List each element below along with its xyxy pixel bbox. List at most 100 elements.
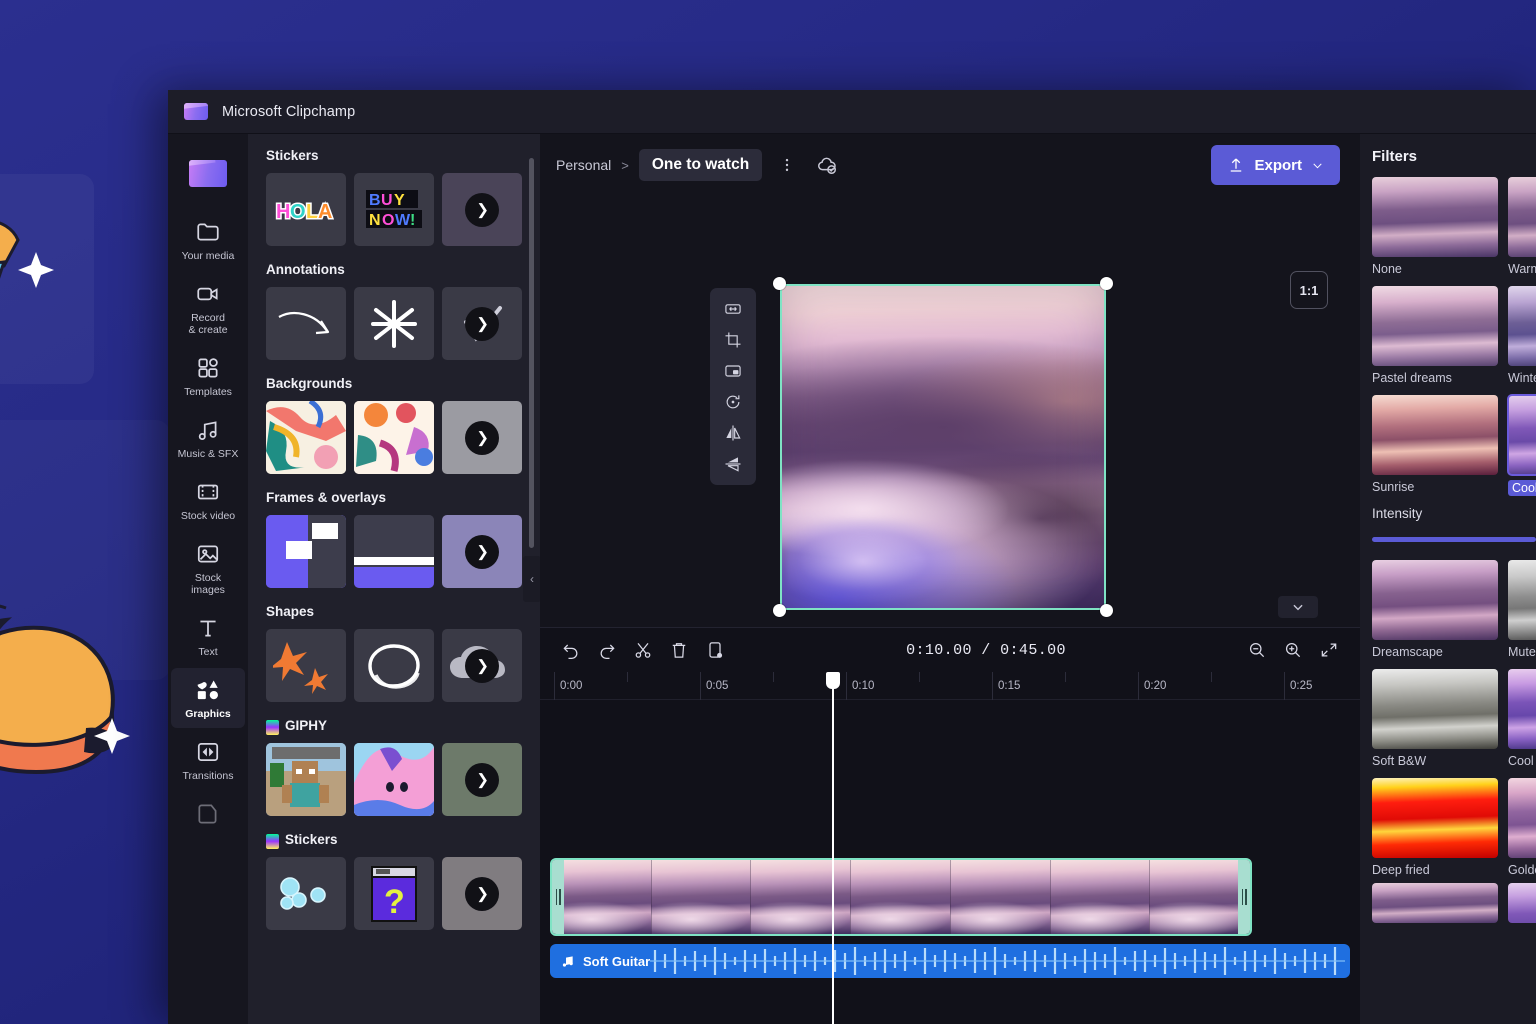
filter-thumbnail <box>1372 560 1498 640</box>
ruler-tick-minor <box>1065 672 1066 682</box>
library-tile-cross-shape[interactable] <box>266 629 346 702</box>
sidebar-item-templates[interactable]: Templates <box>171 346 245 406</box>
filter-item-extra-left[interactable] <box>1372 883 1498 923</box>
library-tile-background-1[interactable] <box>266 401 346 474</box>
playhead-knob[interactable] <box>826 672 840 689</box>
library-more-shapes[interactable]: ❯ <box>442 629 522 702</box>
filter-item-cool[interactable]: Cool <box>1508 669 1536 770</box>
duplicate-button[interactable] <box>698 634 732 666</box>
delete-button[interactable] <box>662 634 696 666</box>
library-tile-background-2[interactable] <box>354 401 434 474</box>
library-tile-circle-shape[interactable] <box>354 629 434 702</box>
filter-item-golden[interactable]: Golden <box>1508 778 1536 879</box>
library-tile-question-sticker[interactable]: ? <box>354 857 434 930</box>
section-heading: Frames & overlays <box>266 490 540 505</box>
abstract-pattern-icon <box>266 401 346 474</box>
undo-button[interactable] <box>554 634 588 666</box>
transitions-icon <box>195 739 221 765</box>
library-more-giphy-stickers[interactable]: ❯ <box>442 857 522 930</box>
sidebar-item-brand-kit[interactable] <box>171 792 245 840</box>
fit-timeline-button[interactable] <box>1312 634 1346 666</box>
library-more-frames[interactable]: ❯ <box>442 515 522 588</box>
zoom-out-button[interactable] <box>1240 634 1274 666</box>
aspect-ratio-button[interactable]: 1:1 <box>1290 271 1328 309</box>
filter-item-pastel-dreams[interactable]: Pastel dreams <box>1372 286 1498 387</box>
sidebar-item-transitions[interactable]: Transitions <box>171 730 245 790</box>
sidebar-item-text[interactable]: Text <box>171 606 245 666</box>
filter-label: Golden <box>1508 863 1536 877</box>
library-more-giphy[interactable]: ❯ <box>442 743 522 816</box>
filter-item-none[interactable]: None <box>1372 177 1498 278</box>
resize-handle-top-left[interactable] <box>773 277 786 290</box>
editor-topbar: Personal > One to watch Export <box>540 134 1360 196</box>
redo-button[interactable] <box>590 634 624 666</box>
abstract-pattern-icon <box>354 401 434 474</box>
breadcrumb-personal[interactable]: Personal <box>556 157 611 173</box>
sidebar-item-music-sfx[interactable]: Music & SFX <box>171 408 245 468</box>
filter-item-cool-selected[interactable]: Cool <box>1508 395 1536 498</box>
library-more-stickers[interactable]: ❯ <box>442 173 522 246</box>
resize-handle-top-right[interactable] <box>1100 277 1113 290</box>
library-tile-bubbles-sticker[interactable] <box>266 857 346 930</box>
library-tile-giphy-1[interactable] <box>266 743 346 816</box>
library-more-backgrounds[interactable]: ❯ <box>442 401 522 474</box>
filter-item-extra-right[interactable] <box>1508 883 1536 923</box>
project-more-menu-button[interactable] <box>772 150 802 180</box>
image-icon <box>195 541 221 567</box>
timeline-playhead[interactable] <box>832 672 834 1024</box>
library-tile-frame-1[interactable] <box>266 515 346 588</box>
zoom-in-button[interactable] <box>1276 634 1310 666</box>
timeline-ruler[interactable]: 0:00 0:05 0:10 0:15 0:20 0:25 <box>540 672 1360 700</box>
sidebar-item-graphics[interactable]: Graphics <box>171 668 245 728</box>
library-tile-sparkle-annotation[interactable] <box>354 287 434 360</box>
filter-item-winter[interactable]: Winter <box>1508 286 1536 387</box>
library-more-annotations[interactable]: ❯ <box>442 287 522 360</box>
library-scrollbar[interactable] <box>529 158 534 548</box>
trim-handle-left[interactable] <box>552 860 564 934</box>
chevron-down-icon <box>1311 159 1324 172</box>
flip-horizontal-icon[interactable] <box>717 420 749 446</box>
library-tile-buy-now-sticker[interactable]: B U Y N O W ! <box>354 173 434 246</box>
library-tile-arrow-annotation[interactable] <box>266 287 346 360</box>
filter-item-deep-fried[interactable]: Deep fried <box>1372 778 1498 879</box>
filter-thumbnail <box>1508 286 1536 366</box>
library-tile-hola-sticker[interactable]: H O L A <box>266 173 346 246</box>
cloud-sync-status-button[interactable] <box>812 150 842 180</box>
audio-track-clip[interactable]: Soft Guitar <box>550 944 1350 978</box>
collapse-library-panel-button[interactable]: ‹ <box>523 556 540 602</box>
intensity-slider[interactable] <box>1372 537 1536 542</box>
sidebar-item-stock-images[interactable]: Stock images <box>171 532 245 604</box>
resize-handle-bottom-right[interactable] <box>1100 604 1113 617</box>
filter-item-dreamscape[interactable]: Dreamscape <box>1372 560 1498 661</box>
filter-item-warm[interactable]: Warm <box>1508 177 1536 278</box>
rotate-icon[interactable] <box>717 389 749 415</box>
ruler-tick-minor <box>627 672 628 682</box>
project-name[interactable]: One to watch <box>639 149 762 181</box>
chevron-left-icon: ‹ <box>530 572 534 586</box>
clipchamp-window: Microsoft Clipchamp Your media Record & … <box>168 90 1536 1024</box>
filter-item-sunrise[interactable]: Sunrise <box>1372 395 1498 498</box>
sidebar-item-stock-video[interactable]: Stock video <box>171 470 245 530</box>
templates-grid-icon <box>195 355 221 381</box>
clip-thumbnail <box>552 860 652 934</box>
video-canvas[interactable] <box>780 284 1106 610</box>
clipchamp-logo[interactable] <box>185 150 231 196</box>
trim-handle-right[interactable] <box>1238 860 1250 934</box>
flip-vertical-icon[interactable] <box>717 451 749 477</box>
crop-icon[interactable] <box>717 327 749 353</box>
sidebar-item-record-create[interactable]: Record & create <box>171 272 245 344</box>
library-tile-giphy-2[interactable] <box>354 743 434 816</box>
export-button[interactable]: Export <box>1211 145 1340 185</box>
filter-item-muted[interactable]: Muted <box>1508 560 1536 661</box>
svg-text:O: O <box>290 201 306 223</box>
split-button[interactable] <box>626 634 660 666</box>
resize-handle-bottom-left[interactable] <box>773 604 786 617</box>
collapse-timeline-button[interactable] <box>1278 596 1318 618</box>
filter-item-soft-bw[interactable]: Soft B&W <box>1372 669 1498 770</box>
graphics-library-panel: Stickers H O L A B U Y N <box>248 134 540 1024</box>
library-tile-frame-2[interactable] <box>354 515 434 588</box>
sidebar-item-your-media[interactable]: Your media <box>171 210 245 270</box>
fit-fill-icon[interactable] <box>717 296 749 322</box>
video-track-clip[interactable] <box>550 858 1252 936</box>
picture-in-picture-icon[interactable] <box>717 358 749 384</box>
